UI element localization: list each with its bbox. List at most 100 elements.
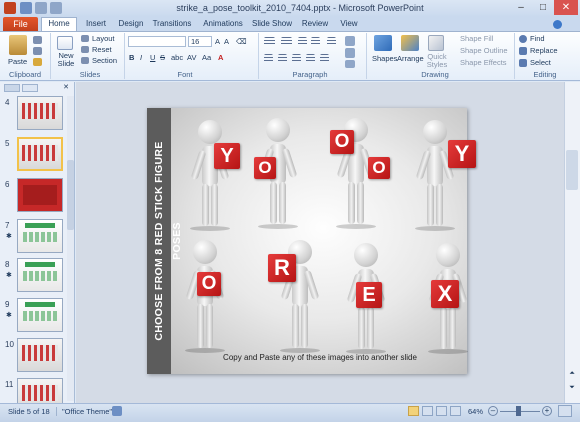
close-button[interactable]: ✕ [554, 0, 578, 15]
quick-styles-button[interactable]: Quick Styles [424, 53, 450, 69]
find-button[interactable]: Find [530, 34, 545, 43]
spelling-check-icon[interactable] [112, 406, 122, 416]
align-center-icon[interactable] [278, 54, 287, 63]
next-slide-icon[interactable]: ⏷ [566, 384, 578, 392]
theme-name[interactable]: "Office Theme" [56, 407, 112, 416]
columns-icon[interactable] [320, 54, 329, 63]
vertical-scroll-thumb[interactable] [566, 150, 578, 190]
bold-button[interactable]: B [129, 53, 134, 62]
new-slide-icon[interactable] [57, 36, 73, 50]
replace-icon [519, 47, 527, 55]
quick-styles-icon[interactable] [428, 35, 444, 51]
slide-thumbnail[interactable] [17, 219, 63, 253]
layout-icon [81, 35, 89, 42]
reset-button[interactable]: Reset [92, 45, 112, 54]
thumbnail-scroll-thumb[interactable] [67, 160, 74, 230]
shapes-button[interactable]: Shapes [372, 54, 397, 63]
align-text-icon[interactable] [345, 48, 355, 58]
slide-thumbnail[interactable] [17, 338, 63, 372]
select-button[interactable]: Select [530, 58, 551, 67]
align-right-icon[interactable] [292, 54, 301, 63]
letter-card[interactable]: O [197, 272, 221, 296]
smartart-icon[interactable] [345, 60, 355, 68]
slide-thumbnail[interactable] [17, 258, 63, 292]
thumbnail-scrollbar[interactable] [67, 96, 74, 401]
cut-icon[interactable] [33, 36, 42, 44]
fit-to-window-icon[interactable] [558, 405, 572, 417]
layout-button[interactable]: Layout [92, 34, 115, 43]
decrease-indent-icon[interactable] [298, 37, 307, 46]
align-left-icon[interactable] [264, 54, 273, 63]
zoom-out-icon[interactable]: – [488, 406, 498, 416]
group-separator [366, 33, 367, 79]
italic-button[interactable]: I [140, 53, 142, 62]
slides-tab[interactable] [4, 84, 20, 92]
powerpoint-app-icon[interactable] [4, 2, 16, 14]
zoom-slider-thumb[interactable] [516, 406, 521, 416]
underline-button[interactable]: U [150, 53, 155, 62]
character-spacing-button[interactable]: AV [187, 53, 196, 62]
section-button[interactable]: Section [92, 56, 117, 65]
copy-icon[interactable] [33, 47, 42, 55]
grow-font-icon[interactable]: A [215, 37, 220, 46]
paragraph-group-label: Paragraph [292, 70, 328, 79]
outline-tab[interactable] [22, 84, 38, 92]
normal-view-icon[interactable] [408, 406, 419, 416]
zoom-in-icon[interactable]: + [542, 406, 552, 416]
font-size-box[interactable]: 16 [188, 36, 212, 47]
shape-effects-button[interactable]: Shape Effects [460, 58, 507, 67]
line-spacing-icon[interactable] [327, 37, 336, 46]
increase-indent-icon[interactable] [311, 37, 320, 46]
strikethrough-button[interactable]: S [160, 53, 165, 62]
close-pane-icon[interactable]: ✕ [62, 84, 70, 92]
save-icon[interactable] [20, 2, 32, 14]
zoom-level[interactable]: 64% [468, 407, 483, 416]
slide-thumbnail[interactable] [17, 298, 63, 332]
font-color-button[interactable]: A [218, 53, 223, 62]
bullets-icon[interactable] [264, 37, 275, 46]
clear-formatting-icon[interactable]: ⌫ [236, 37, 247, 46]
letter-card[interactable]: E [356, 282, 382, 308]
change-case-button[interactable]: Aa [202, 53, 211, 62]
shape-fill-button[interactable]: Shape Fill [460, 34, 493, 43]
letter-card[interactable]: O [330, 130, 354, 154]
numbering-icon[interactable] [281, 37, 292, 46]
format-painter-icon[interactable] [33, 58, 42, 66]
letter-card[interactable]: O [254, 157, 276, 179]
letter-card[interactable]: Y [214, 143, 240, 169]
slide-show-icon[interactable] [450, 406, 461, 416]
tab-file[interactable]: File [3, 17, 38, 31]
drawing-group-label: Drawing [421, 70, 449, 79]
letter-card[interactable]: Y [448, 140, 476, 168]
new-slide-button[interactable]: New Slide [54, 52, 78, 68]
slide-sorter-icon[interactable] [422, 406, 433, 416]
help-icon[interactable] [553, 20, 562, 29]
shape-outline-button[interactable]: Shape Outline [460, 46, 508, 55]
slide-thumbnail[interactable] [17, 137, 63, 171]
vertical-scrollbar[interactable] [564, 82, 580, 403]
slide-thumbnail[interactable] [17, 96, 63, 130]
text-direction-icon[interactable] [345, 36, 355, 46]
justify-icon[interactable] [306, 54, 315, 63]
letter-card[interactable]: X [431, 280, 459, 308]
letter-card[interactable]: O [368, 157, 390, 179]
text-shadow-button[interactable]: abc [171, 53, 183, 62]
find-icon [519, 35, 527, 43]
replace-button[interactable]: Replace [530, 46, 558, 55]
thumbnail-number: 9 [5, 300, 10, 309]
shapes-icon[interactable] [374, 35, 392, 51]
shrink-font-icon[interactable]: A [224, 37, 229, 46]
font-name-box[interactable] [128, 36, 186, 47]
reading-view-icon[interactable] [436, 406, 447, 416]
arrange-icon[interactable] [401, 35, 419, 51]
maximize-button[interactable]: □ [532, 0, 554, 15]
arrange-button[interactable]: Arrange [397, 54, 424, 63]
redo-icon[interactable] [50, 2, 62, 14]
letter-card[interactable]: R [268, 254, 296, 282]
previous-slide-icon[interactable]: ⏶ [566, 370, 578, 378]
slide-thumbnail[interactable] [17, 178, 63, 212]
paste-button[interactable]: Paste [8, 57, 27, 66]
undo-icon[interactable] [35, 2, 47, 14]
paste-icon[interactable] [9, 35, 27, 55]
minimize-button[interactable]: – [510, 0, 532, 15]
